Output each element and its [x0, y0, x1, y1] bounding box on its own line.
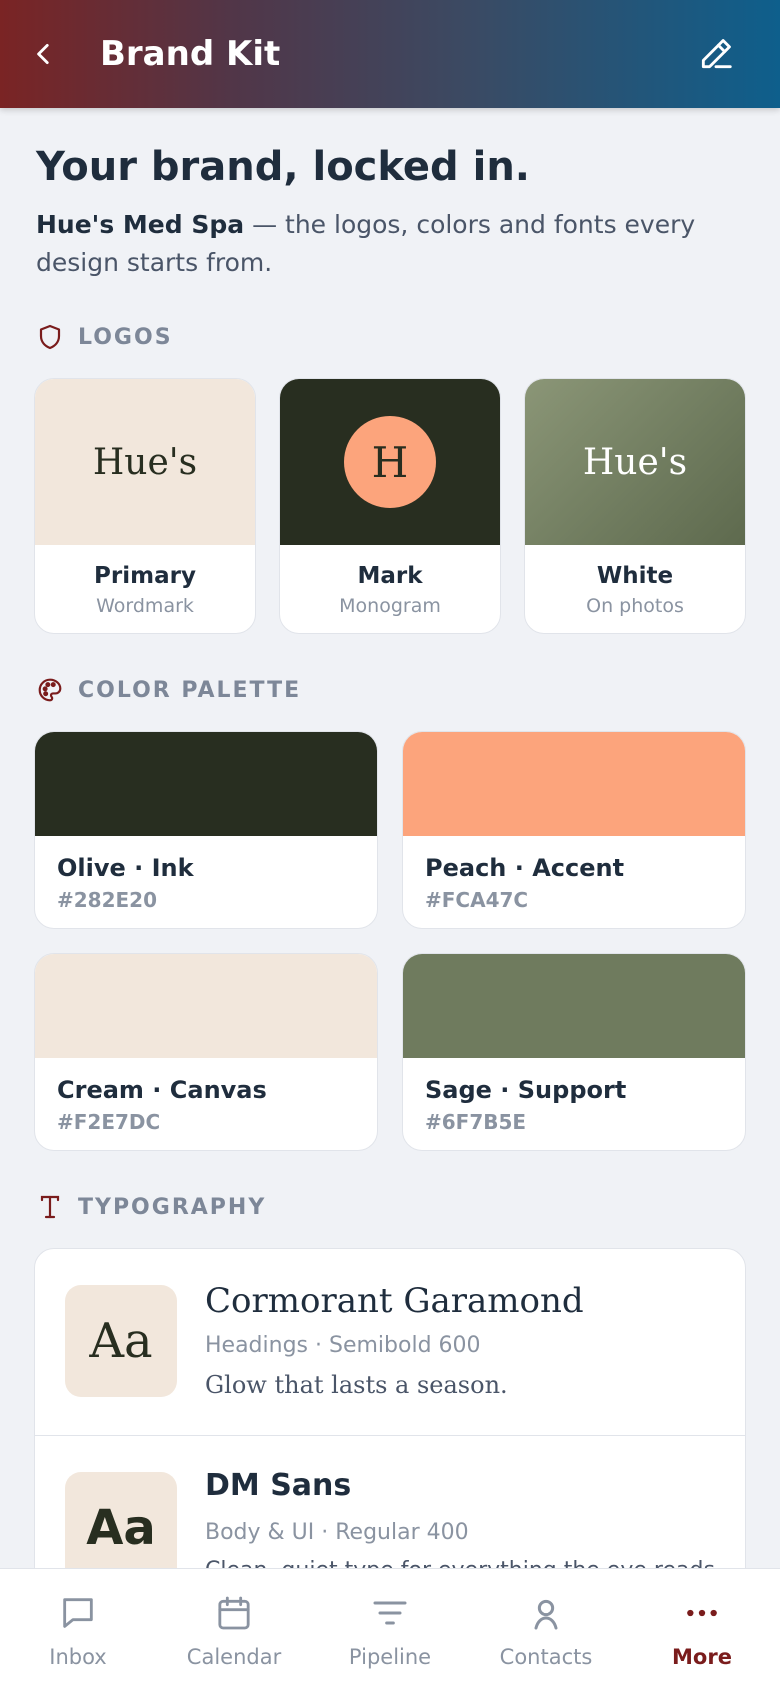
logo-name: White	[596, 563, 674, 589]
logo-card-white[interactable]: Hue's White On photos	[524, 378, 746, 634]
font-sample-glyph: Aa	[65, 1472, 177, 1568]
swatch-name: Olive · Ink	[57, 854, 194, 882]
tab-label: Pipeline	[348, 1645, 432, 1669]
logo-wordmark: Hue's	[92, 441, 198, 483]
more-dots-icon	[680, 1591, 724, 1635]
tab-inbox[interactable]: Inbox	[0, 1569, 156, 1688]
palette-heading: COLOR PALETTE	[78, 677, 302, 703]
back-button[interactable]	[22, 32, 66, 76]
swatch-card-cream[interactable]: Cream · Canvas #F2E7DC	[34, 953, 378, 1151]
intro-description: Hue's Med Spa — the logos, colors and fo…	[36, 206, 756, 282]
logo-name: Mark	[357, 563, 423, 589]
calendar-icon	[212, 1591, 256, 1635]
swatch-hex: #F2E7DC	[57, 1110, 161, 1134]
logo-sub: Monogram	[339, 595, 441, 617]
font-row-body[interactable]: Aa DM Sans Body & UI · Regular 400 Clean…	[35, 1435, 745, 1568]
swatch-color	[403, 954, 745, 1058]
tab-contacts[interactable]: Contacts	[468, 1569, 624, 1688]
swatch-hex: #6F7B5E	[425, 1110, 527, 1134]
font-sample-text: Clean, quiet type for everything the eye…	[205, 1558, 722, 1568]
swatch-color	[35, 732, 377, 836]
intro-title: Your brand, locked in.	[36, 144, 530, 190]
font-meta: Headings · Semibold 600	[205, 1333, 481, 1358]
page-title: Brand Kit	[100, 34, 281, 74]
logo-preview-white: Hue's	[525, 379, 745, 545]
person-icon	[524, 1591, 568, 1635]
logo-wordmark-white: Hue's	[582, 441, 688, 483]
font-sample-glyph: Aa	[65, 1285, 177, 1397]
bottom-tab-bar: Inbox Calendar Pipeline Contacts More	[0, 1568, 780, 1688]
swatch-name: Cream · Canvas	[57, 1076, 267, 1104]
swatch-card-sage[interactable]: Sage · Support #6F7B5E	[402, 953, 746, 1151]
logos-section-label: LOGOS	[36, 323, 173, 351]
logo-preview-primary: Hue's	[35, 379, 255, 545]
font-row-heading[interactable]: Aa Cormorant Garamond Headings · Semibol…	[35, 1249, 745, 1435]
swatch-color	[403, 732, 745, 836]
tab-more[interactable]: More	[624, 1569, 780, 1688]
pencil-icon	[701, 39, 732, 69]
chat-bubble-icon	[56, 1591, 100, 1635]
app-header: Brand Kit	[0, 0, 780, 108]
tab-pipeline[interactable]: Pipeline	[312, 1569, 468, 1688]
logo-card-primary[interactable]: Hue's Primary Wordmark	[34, 378, 256, 634]
logo-preview-mark: H	[280, 379, 500, 545]
typography-section-label: TYPOGRAPHY	[36, 1193, 266, 1221]
tab-label: Calendar	[186, 1645, 282, 1669]
content-scroll[interactable]: Your brand, locked in. Hue's Med Spa — t…	[0, 108, 780, 1568]
logo-card-mark[interactable]: H Mark Monogram	[279, 378, 501, 634]
swatch-color	[35, 954, 377, 1058]
swatch-hex: #FCA47C	[425, 888, 529, 912]
font-meta: Body & UI · Regular 400	[205, 1520, 469, 1545]
typography-heading: TYPOGRAPHY	[78, 1194, 267, 1220]
font-sample-text: Glow that lasts a season.	[205, 1371, 508, 1399]
swatch-name: Peach · Accent	[425, 854, 625, 882]
typography-card: Aa Cormorant Garamond Headings · Semibol…	[34, 1248, 746, 1568]
logo-sub: On photos	[586, 595, 684, 617]
shield-icon	[36, 323, 64, 351]
filter-lines-icon	[368, 1591, 412, 1635]
tab-label: Inbox	[49, 1645, 107, 1669]
edit-button[interactable]	[694, 32, 738, 76]
swatch-card-olive[interactable]: Olive · Ink #282E20	[34, 731, 378, 929]
brand-name: Hue's Med Spa	[36, 210, 245, 239]
swatch-name: Sage · Support	[425, 1076, 627, 1104]
tab-label: More	[672, 1645, 732, 1669]
tab-calendar[interactable]: Calendar	[156, 1569, 312, 1688]
swatch-hex: #282E20	[57, 888, 157, 912]
logos-heading: LOGOS	[78, 324, 173, 350]
font-name: DM Sans	[205, 1468, 352, 1503]
swatch-card-peach[interactable]: Peach · Accent #FCA47C	[402, 731, 746, 929]
font-name: Cormorant Garamond	[205, 1281, 584, 1321]
logo-name: Primary	[94, 563, 196, 589]
palette-section-label: COLOR PALETTE	[36, 676, 301, 704]
palette-icon	[36, 676, 64, 704]
logo-sub: Wordmark	[96, 595, 194, 617]
tab-label: Contacts	[499, 1645, 593, 1669]
type-icon	[36, 1193, 64, 1221]
chevron-left-icon	[37, 43, 49, 65]
logo-monogram: H	[344, 416, 436, 508]
